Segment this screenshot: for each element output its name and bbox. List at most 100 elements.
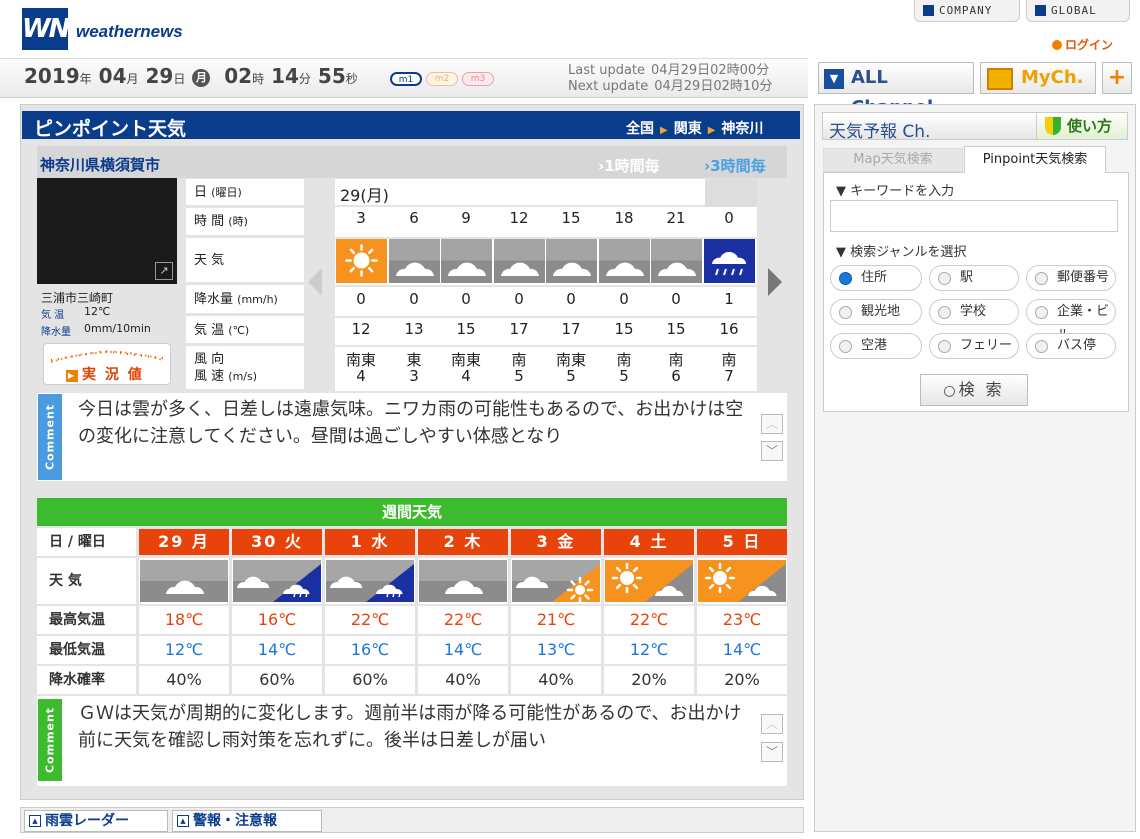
howto-label: 使い方 xyxy=(1067,117,1113,135)
tab-pinpoint-search[interactable]: Pinpoint天気検索 xyxy=(964,146,1106,173)
weekly-scroll-down-icon[interactable]: ﹀ xyxy=(761,742,783,762)
tab-rain-radar[interactable]: ▲ 雨雲レーダー xyxy=(24,810,168,832)
genre-radio-label: 空港 xyxy=(861,338,888,353)
weekly-label-min: 最低気温 xyxy=(37,636,136,664)
m1-button[interactable]: m1 xyxy=(390,72,422,86)
month-unit: 月 xyxy=(126,72,139,86)
obs-place: 三浦市三崎町 xyxy=(41,291,114,305)
weathernews-logo[interactable]: WN weathernews xyxy=(22,6,222,52)
prev-arrow-icon[interactable] xyxy=(308,268,322,296)
weekday-badge: 月 xyxy=(192,69,211,87)
cloudy-icon xyxy=(546,238,597,283)
wind-speed-cell: 4 xyxy=(356,367,366,385)
genre-radio[interactable]: フェリー xyxy=(929,333,1019,359)
mode-3hour-label: 3時間毎 xyxy=(710,157,766,175)
radio-circle-icon xyxy=(839,272,852,285)
cloudy-icon xyxy=(494,238,545,283)
weekly-min-temp: 14℃ xyxy=(232,636,322,664)
weekly-min-temp: 16℃ xyxy=(325,636,415,664)
pinpoint-comment-tab-label: Comment xyxy=(43,403,57,471)
temp-cell: 17 xyxy=(561,320,581,338)
row-label-wind-speed: 風 速 xyxy=(194,369,225,384)
sidebar-title: 天気予報 Ch. xyxy=(829,122,931,142)
breadcrumb-kanagawa[interactable]: 神奈川 xyxy=(721,121,763,137)
precip-cell: 0 xyxy=(566,290,576,308)
row-label-temp-text: 気 温 xyxy=(194,323,225,338)
mode-1hour-label: 1時間毎 xyxy=(604,157,660,175)
m2-button[interactable]: m2 xyxy=(426,72,458,86)
next-update-label: Next update xyxy=(568,79,649,94)
last-update-value: 04月29日02時00分 xyxy=(651,63,770,78)
pinpoint-title: ピンポイント天気 xyxy=(34,118,187,140)
temp-cell: 12 xyxy=(351,320,371,338)
weekly-scroll-up-icon[interactable]: ︿ xyxy=(761,714,783,734)
login-link[interactable]: ログイン xyxy=(1052,36,1113,53)
mode-1hour-tab[interactable]: ›1時間毎 xyxy=(598,155,660,176)
genre-radio[interactable]: 郵便番号 xyxy=(1026,265,1116,291)
wind-speed-cell: 5 xyxy=(566,367,576,385)
cloudy-rain-icon xyxy=(326,560,414,602)
keyword-input[interactable] xyxy=(830,200,1118,232)
weekly-max-temp: 22℃ xyxy=(325,606,415,634)
next-arrow-icon[interactable] xyxy=(768,268,782,296)
pinpoint-comment-text: 今日は雲が多く、日差しは遠慮気味。ニワカ雨の可能性もあるので、お出かけは空の変化… xyxy=(78,399,744,447)
genre-radio-label: 観光地 xyxy=(861,304,901,319)
weekly-max-temp: 23℃ xyxy=(697,606,787,634)
genre-radio[interactable]: 空港 xyxy=(830,333,922,359)
howto-button[interactable]: 使い方 xyxy=(1036,113,1126,139)
global-link[interactable]: GLOBAL xyxy=(1026,0,1130,22)
breadcrumb: 全国 ▶ 関東 ▶ 神奈川 xyxy=(626,118,763,138)
weekly-day-header: 30 火 xyxy=(232,529,322,555)
triangle-up-icon: ▲ xyxy=(177,815,189,827)
temp-cell: 15 xyxy=(614,320,634,338)
m3-button[interactable]: m3 xyxy=(462,72,494,86)
comment-scroll-down-icon[interactable]: ﹀ xyxy=(761,441,783,461)
genre-radio[interactable]: 企業・ビル xyxy=(1026,299,1116,343)
breadcrumb-zenkoku[interactable]: 全国 xyxy=(626,121,654,137)
second-unit: 秒 xyxy=(345,72,358,86)
company-link-label: COMPANY xyxy=(939,4,993,17)
sunny-icon xyxy=(336,238,387,283)
cloudy-rain-icon xyxy=(233,560,321,602)
brand-name: weathernews xyxy=(76,22,183,41)
radio-circle-icon xyxy=(1035,272,1048,285)
weekly-label-max: 最高気温 xyxy=(37,606,136,634)
row-label-time: 時 間 (時) xyxy=(186,208,304,237)
genre-radio[interactable]: 観光地 xyxy=(830,299,922,325)
mode-3hour-tab[interactable]: ›3時間毎 xyxy=(704,155,766,176)
year-unit: 年 xyxy=(79,72,92,86)
weekly-min-temp: 13℃ xyxy=(511,636,601,664)
search-button[interactable]: ○検 索 xyxy=(920,374,1028,406)
hour-cell: 9 xyxy=(461,209,471,227)
jikkyo-button[interactable]: ▶ 実 況 値 xyxy=(43,343,171,385)
all-channel-button[interactable]: ▼ ALL Channel xyxy=(818,62,974,118)
row-label-temp-unit: (℃) xyxy=(228,324,250,337)
minute: 14 xyxy=(271,64,299,88)
tab-warnings[interactable]: ▲ 警報・注意報 xyxy=(172,810,322,832)
genre-radio[interactable]: バス停 xyxy=(1026,333,1116,359)
genre-radio[interactable]: 住所 xyxy=(830,265,922,291)
temp-cell: 13 xyxy=(404,320,424,338)
row-label-date-text: 日 xyxy=(194,185,208,200)
weekly-title: 週間天気 xyxy=(37,498,787,526)
weekly-pop: 60% xyxy=(232,666,322,694)
comment-scroll-up-icon[interactable]: ︿ xyxy=(761,414,783,434)
row-label-time-unit: (時) xyxy=(228,215,248,228)
expand-icon[interactable]: ↗ xyxy=(155,262,173,280)
hour-cell: 15 xyxy=(561,209,581,227)
weekly-label-day: 日 / 曜日 xyxy=(37,528,136,556)
weekly-max-temp: 16℃ xyxy=(232,606,322,634)
company-link[interactable]: COMPANY xyxy=(914,0,1020,22)
genre-radio[interactable]: 駅 xyxy=(929,265,1019,291)
mych-button[interactable]: MyCh. xyxy=(980,62,1096,94)
genre-radio[interactable]: 学校 xyxy=(929,299,1019,325)
rain-icon xyxy=(704,238,755,283)
hour: 02 xyxy=(224,64,253,88)
cloudy-icon xyxy=(389,238,440,283)
tab-map-search[interactable]: Map天気検索 xyxy=(823,148,963,172)
company-icon xyxy=(923,5,934,16)
triangle-up-icon: ▲ xyxy=(29,815,41,827)
live-camera[interactable]: ↗ xyxy=(37,178,177,284)
add-channel-button[interactable]: + xyxy=(1102,62,1132,94)
breadcrumb-kanto[interactable]: 関東 xyxy=(674,121,702,137)
